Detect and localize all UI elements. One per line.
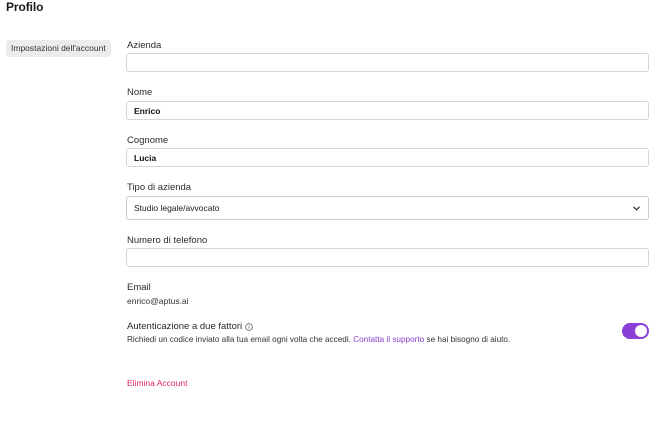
- last-name-input[interactable]: [126, 148, 649, 167]
- two-factor-title: Autenticazione a due fattori: [127, 321, 253, 332]
- two-factor-desc-suffix: se hai bisogno di aiuto.: [426, 335, 511, 344]
- company-label: Azienda: [127, 40, 162, 51]
- phone-label: Numero di telefono: [127, 235, 208, 246]
- email-label: Email: [127, 282, 151, 293]
- company-input[interactable]: [126, 53, 649, 72]
- phone-input[interactable]: [126, 248, 649, 267]
- company-type-select[interactable]: Studio legale/avvocato: [126, 196, 649, 220]
- company-type-selected: Studio legale/avvocato: [134, 203, 220, 213]
- contact-support-link[interactable]: Contatta il supporto: [353, 335, 424, 344]
- toggle-knob: [635, 325, 647, 337]
- two-factor-toggle[interactable]: [622, 323, 649, 339]
- two-factor-desc-text: Richiedi un codice inviato alla tua emai…: [127, 335, 351, 344]
- last-name-label: Cognome: [127, 135, 169, 146]
- chevron-down-icon: [632, 204, 641, 213]
- sidebar-item-account-settings[interactable]: Impostazioni dell'account: [6, 40, 111, 57]
- info-icon[interactable]: [245, 322, 253, 331]
- first-name-label: Nome: [127, 87, 153, 98]
- first-name-input[interactable]: [126, 101, 649, 120]
- company-type-label: Tipo di azienda: [127, 182, 192, 193]
- page-title: Profilo: [6, 0, 44, 14]
- delete-account-link[interactable]: Elimina Account: [127, 378, 187, 388]
- email-value: enrico@aptus.ai: [127, 296, 189, 306]
- two-factor-label: Autenticazione a due fattori: [127, 321, 243, 332]
- two-factor-description: Richiedi un codice inviato alla tua emai…: [127, 335, 510, 344]
